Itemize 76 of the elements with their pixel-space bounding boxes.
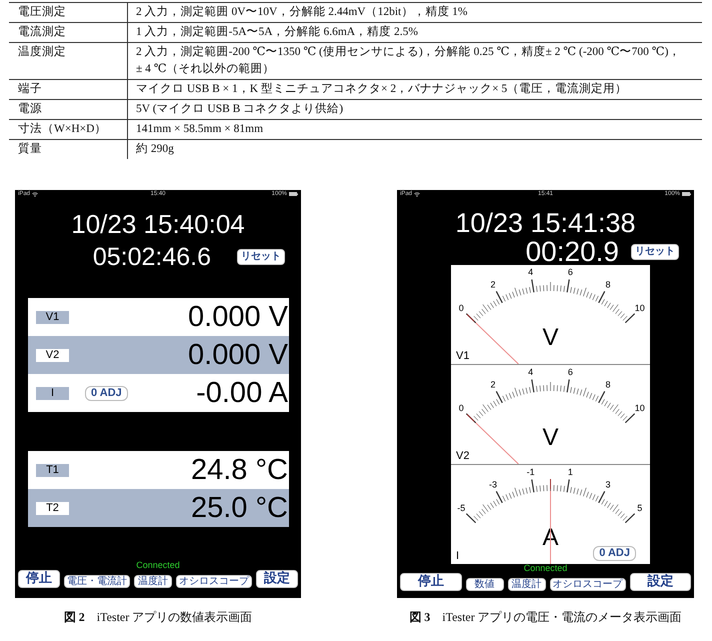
toolbar-button[interactable]: 設定 <box>256 570 298 588</box>
unit-label: A <box>542 524 558 551</box>
zero-adjust-button[interactable]: 0 ADJ <box>85 386 128 400</box>
figure-caption: iTester アプリの電圧・電流のメータ表示画面 <box>442 609 682 625</box>
connection-status: Connected <box>136 560 180 570</box>
scale-label: -3 <box>489 479 498 490</box>
channel-label: I <box>456 550 460 562</box>
reading-value: -0.00 A <box>196 376 289 410</box>
spec-value: マイクロ USB B × 1，K 型ミニチュアコネクタ× 2，バナナジャック× 5（電圧，電流測定用） <box>135 81 628 97</box>
scale-label: 0 <box>458 403 464 414</box>
spec-value: 2 入力，測定範囲 0V〜10V，分解能 2.44mV（12bit），精度 1% <box>135 4 468 20</box>
scale-label: 0 <box>458 303 464 314</box>
elapsed-time: 00:20.9 <box>526 241 619 263</box>
reset-button[interactable]: リセット <box>631 244 679 260</box>
figure-number: 図 3 <box>409 609 430 625</box>
date-time: 10/23 15:41:38 <box>455 208 636 238</box>
toolbar-button[interactable]: 温度計 <box>508 578 546 591</box>
channel-label: T2 <box>36 502 69 514</box>
scale-label: 2 <box>490 379 496 390</box>
zero-adjust-button[interactable]: 0 ADJ <box>593 546 636 561</box>
battery-icon <box>289 192 298 196</box>
spec-label: 寸法（W×H×D） <box>18 123 106 135</box>
channel-label: T1 <box>36 464 69 476</box>
toolbar-button[interactable]: オシロスコープ <box>176 575 252 588</box>
toolbar-button[interactable]: 温度計 <box>134 575 172 588</box>
channel-label: V2 <box>36 348 69 362</box>
scale-label: 8 <box>605 279 610 290</box>
scale-label: 6 <box>568 366 573 377</box>
reading-value: 25.0 °C <box>190 491 289 525</box>
toolbar-button[interactable]: 電圧・電流計 <box>64 575 130 588</box>
reading-value: 24.8 °C <box>190 453 289 487</box>
unit-label: V <box>542 424 558 451</box>
date-time: 10/23 15:40:04 <box>71 209 245 239</box>
spec-label: 質量 <box>18 143 42 155</box>
figure-caption: iTester アプリの数値表示画面 <box>96 609 252 625</box>
channel-label: V1 <box>456 350 470 362</box>
toolbar-button[interactable]: 停止 <box>400 573 462 591</box>
scale-label: 5 <box>637 503 642 514</box>
spec-value: 1 入力，測定範囲-5A〜5A，分解能 6.6mA，精度 2.5% <box>135 24 418 40</box>
elapsed-time: 05:02:46.6 <box>92 244 211 270</box>
scale-label: 2 <box>490 279 496 290</box>
reading-value: 0.000 V <box>188 300 289 334</box>
spec-label: 端子 <box>18 83 42 95</box>
toolbar-button[interactable]: 設定 <box>630 573 691 591</box>
toolbar-button[interactable]: 数値 <box>466 578 504 591</box>
wifi-icon <box>32 192 38 196</box>
spec-label: 電源 <box>18 103 42 115</box>
reset-button[interactable]: リセット <box>237 249 285 265</box>
toolbar-button[interactable]: オシロスコープ <box>550 578 626 591</box>
spec-value: 約 290g <box>135 142 174 157</box>
channel-label: V2 <box>456 450 470 462</box>
toolbar-button[interactable]: 停止 <box>18 570 60 588</box>
scale-label: 8 <box>605 379 610 390</box>
spec-label: 温度測定 <box>18 46 66 58</box>
scale-label: 3 <box>605 479 610 490</box>
spec-label: 電流測定 <box>18 26 66 38</box>
figure-number: 図 2 <box>64 609 85 625</box>
scale-label: 4 <box>528 366 534 377</box>
scale-label: 6 <box>568 266 573 277</box>
reading-value: 0.000 V <box>188 338 289 372</box>
scale-label: 10 <box>634 303 645 314</box>
scale-label: -1 <box>526 466 535 477</box>
spec-value: 2 入力，測定範囲-200 ℃〜1350 ℃ (使用センサによる)，分解能 0.25 ℃，精度± 2 ℃ (-200 ℃〜700 ℃)， ± 4 ℃（それ以外の範囲） <box>135 44 680 77</box>
scale-label: 1 <box>568 466 573 477</box>
connection-status: Connected <box>524 563 568 573</box>
wifi-icon <box>414 192 420 196</box>
spec-value: 141mm × 58.5mm × 81mm <box>135 122 264 137</box>
battery-icon <box>682 192 691 196</box>
channel-label: I <box>36 386 69 400</box>
channel-label: V1 <box>36 310 69 324</box>
scale-label: 10 <box>634 403 645 414</box>
spec-label: 電圧測定 <box>18 6 66 18</box>
scale-label: 4 <box>528 266 534 277</box>
unit-label: V <box>542 324 558 351</box>
spec-value: 5V (マイクロ USB B コネクタより供給) <box>135 102 344 117</box>
scale-label: -5 <box>457 503 466 514</box>
